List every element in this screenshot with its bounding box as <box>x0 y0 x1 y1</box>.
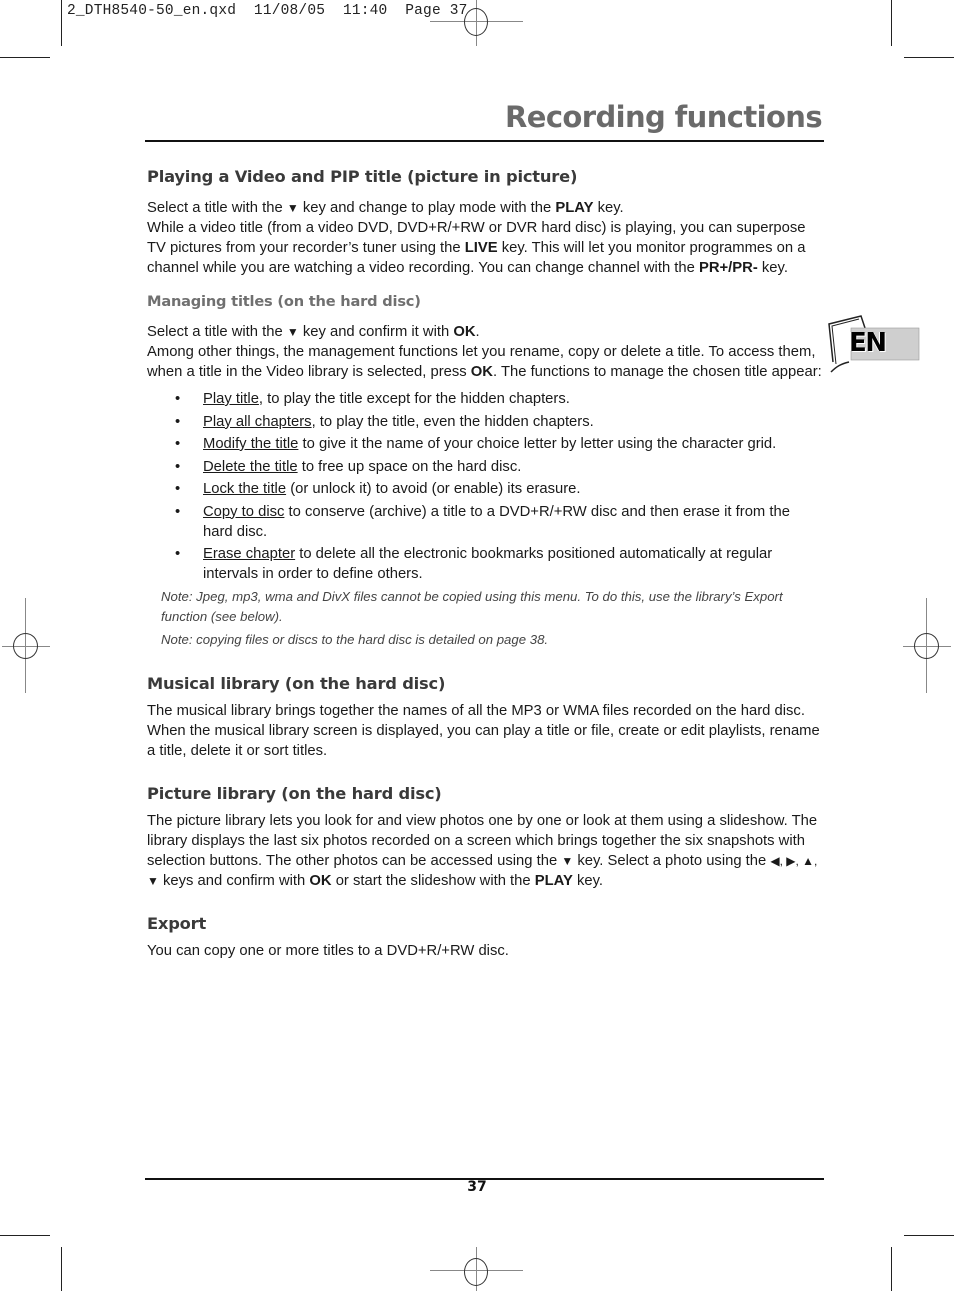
down-arrow-icon: ▼ <box>561 853 574 868</box>
section-picture-library: Picture library (on the hard disc) The p… <box>147 782 822 891</box>
key-name: OK <box>309 872 332 889</box>
down-arrow-icon: ▼ <box>286 201 299 215</box>
list-item: • Play all chapters, to play the title, e… <box>175 413 594 430</box>
function-term: Delete the title <box>203 458 298 475</box>
down-arrow-icon: ▼ <box>286 325 299 339</box>
key-name: LIVE <box>464 240 498 256</box>
paragraph: Among other things, the management funct… <box>147 344 822 380</box>
key-name: PLAY <box>534 872 573 889</box>
crop-mark <box>904 1235 954 1236</box>
function-term: Modify the title <box>203 436 299 452</box>
list-item: • Erase chapter to delete all the electro… <box>175 546 773 582</box>
print-slug-line: 2_DTH8540-50_en.qxd 11/08/05 11:40 Page … <box>67 3 468 19</box>
key-name: PR+/PR- <box>698 260 758 276</box>
paragraph: Select a title with the ▼ key and confir… <box>147 324 480 340</box>
list-item: • Delete the title to free up space on th… <box>175 458 522 475</box>
section-export: Export You can copy one or more titles t… <box>147 912 822 961</box>
paragraph: Select a title with the ▼ key and change… <box>147 200 624 216</box>
crop-mark <box>904 57 954 58</box>
function-term: Lock the title <box>203 481 287 497</box>
section-heading: Musical library (on the hard disc) <box>147 673 446 693</box>
section-managing: Managing titles (on the hard disc) Selec… <box>147 291 822 650</box>
note: Note: Jpeg, mp3, wma and DivX files cann… <box>161 588 783 624</box>
page-content: Playing a Video and PIP title (picture i… <box>147 165 822 961</box>
key-name: OK <box>470 364 493 380</box>
page-number: 37 <box>467 1179 487 1195</box>
page-title: Recording functions <box>505 100 823 134</box>
list-item: • Play title, to play the title except fo… <box>175 391 570 407</box>
key-name: OK <box>453 324 476 340</box>
section-heading: Picture library (on the hard disc) <box>147 783 442 803</box>
section-musical-library: Musical library (on the hard disc) The m… <box>147 672 822 761</box>
language-tab-label: EN <box>849 328 887 358</box>
paragraph: The musical library brings together the … <box>147 702 820 759</box>
crop-mark <box>891 1247 892 1291</box>
language-tab: EN <box>827 314 923 376</box>
function-term: Play all chapters <box>203 413 312 430</box>
list-item: • Modify the title to give it the name of… <box>175 436 777 452</box>
list-item: • Copy to disc to conserve (archive) a ti… <box>175 503 790 540</box>
crop-mark <box>61 1247 62 1291</box>
function-term: Copy to disc <box>203 503 285 520</box>
section-heading: Export <box>147 913 207 933</box>
section-heading: Playing a Video and PIP title (picture i… <box>147 167 578 186</box>
crop-mark <box>0 57 50 58</box>
paragraph: While a video title (from a video DVD, D… <box>147 220 806 276</box>
function-term: Erase chapter <box>203 546 296 562</box>
paragraph: You can copy one or more titles to a DVD… <box>147 942 509 959</box>
function-list: • Play title, to play the title except fo… <box>147 389 822 584</box>
crop-mark <box>0 1235 50 1236</box>
section-pip: Playing a Video and PIP title (picture i… <box>147 165 822 278</box>
paragraph: The picture library lets you look for an… <box>147 812 818 889</box>
header-rule <box>145 140 824 142</box>
note: Note: copying files or discs to the hard… <box>161 631 549 647</box>
list-item: • Lock the title (or unlock it) to avoid … <box>175 481 581 497</box>
crop-mark <box>61 0 62 46</box>
key-name: PLAY <box>555 200 594 216</box>
crop-mark <box>891 0 892 46</box>
subsection-heading: Managing titles (on the hard disc) <box>147 293 421 310</box>
function-term: Play title <box>203 391 259 407</box>
